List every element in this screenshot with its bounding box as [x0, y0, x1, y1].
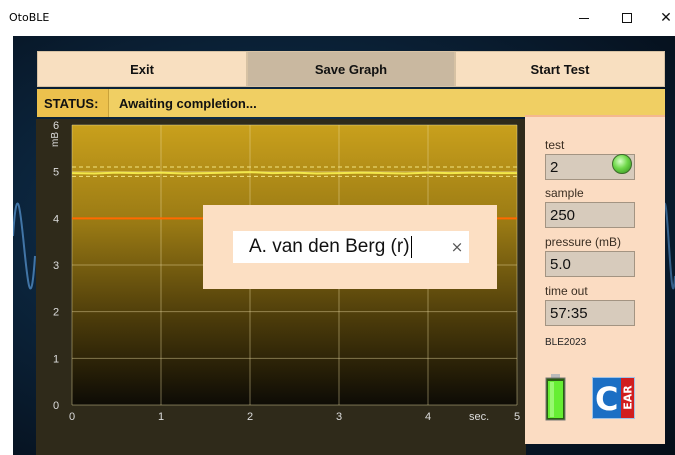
patient-name-input[interactable]: A. van den Berg (r) [233, 231, 469, 263]
x-tick-label: 4 [425, 411, 431, 423]
close-icon: ✕ [660, 10, 672, 26]
x-tick-label: 0 [69, 411, 75, 423]
clear-input-button[interactable]: × [447, 236, 467, 258]
name-entry-dialog: A. van den Berg (r) × [203, 205, 497, 289]
y-tick-label: 4 [53, 213, 59, 225]
status-label: STATUS: [37, 89, 109, 117]
pressure-series-line [71, 171, 517, 175]
patient-name-value: A. van den Berg (r) [249, 236, 410, 257]
start-test-button[interactable]: Start Test [455, 51, 665, 87]
text-caret [410, 236, 412, 258]
y-tick-label: 1 [53, 353, 59, 365]
status-indicator-icon [612, 154, 632, 174]
exit-button[interactable]: Exit [37, 51, 247, 87]
pressure-field[interactable]: 5.0 [545, 251, 635, 277]
logo-letter: C [595, 380, 619, 418]
sample-label: sample [545, 186, 584, 200]
x-tick-label: 3 [336, 411, 342, 423]
y-tick-label: 5 [53, 167, 59, 179]
readout-panel: test 2 sample 250 pressure (mB) 5.0 time… [525, 117, 665, 444]
status-text: Awaiting completion... [119, 95, 257, 111]
window-title: OtoBLE [9, 11, 50, 24]
save-graph-button[interactable]: Save Graph [247, 51, 455, 87]
y-tick-label: 6 [53, 120, 59, 132]
company-logo: C EAR [592, 377, 635, 419]
toolbar: Exit Save Graph Start Test [37, 51, 665, 87]
minimize-icon [579, 17, 589, 19]
pressure-label: pressure (mB) [545, 235, 622, 249]
x-tick-label: 5 [514, 411, 520, 423]
y-axis-label: mB [50, 132, 61, 147]
minimize-button[interactable] [566, 6, 602, 30]
close-button[interactable]: ✕ [648, 6, 675, 30]
logo-ear-band: EAR [621, 378, 635, 418]
maximize-icon [622, 13, 632, 23]
logo-text: EAR [621, 385, 635, 410]
device-id: BLE2023 [545, 337, 587, 348]
test-label: test [545, 138, 565, 152]
clear-icon: × [450, 238, 464, 256]
sample-field[interactable]: 250 [545, 202, 635, 228]
timeout-field[interactable]: 57:35 [545, 300, 635, 326]
maximize-button[interactable] [609, 6, 645, 30]
timeout-label: time out [545, 284, 588, 298]
title-bar: OtoBLE ✕ [0, 0, 675, 36]
x-tick-label: 2 [247, 411, 253, 423]
x-tick-label: 1 [158, 411, 164, 423]
y-tick-label: 2 [53, 307, 59, 319]
status-bar: STATUS: Awaiting completion... [37, 89, 665, 119]
y-tick-label: 3 [53, 260, 59, 272]
y-tick-label: 0 [53, 400, 59, 412]
x-axis-label: sec. [469, 411, 489, 423]
battery-full-icon [545, 374, 566, 421]
